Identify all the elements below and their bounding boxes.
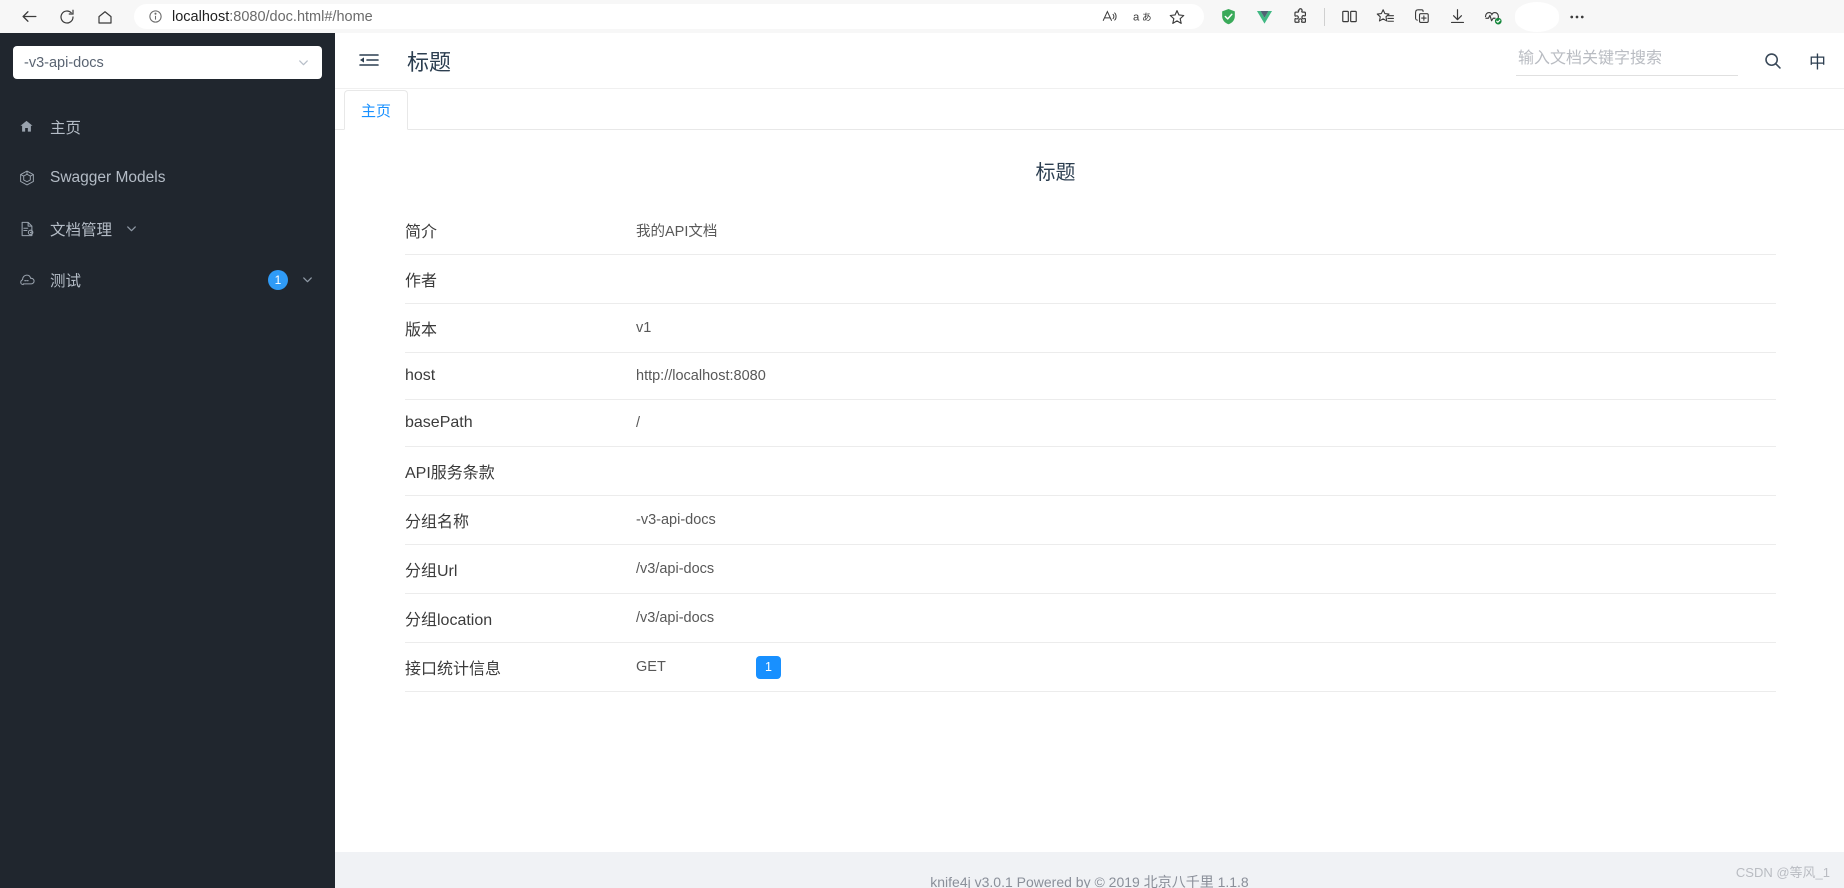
- row-value: /: [636, 415, 641, 431]
- sidebar-item-label: 主页: [50, 119, 82, 137]
- row-key: 分组Url: [405, 563, 458, 580]
- table-row: 分组Url /v3/api-docs: [405, 545, 1776, 594]
- main-panel: 标题 中 主页 标题 简介 我的API文档 作者: [335, 33, 1844, 888]
- api-group-select[interactable]: -v3-api-docs: [13, 46, 322, 79]
- row-value: /v3/api-docs: [636, 561, 715, 577]
- document-settings-icon: [18, 220, 44, 238]
- http-method-label: GET: [636, 659, 666, 675]
- api-info-table: 简介 我的API文档 作者 版本 v1 host http://localhos…: [335, 205, 1776, 692]
- sidebar-item-badge: 1: [268, 269, 288, 290]
- sidebar-item-label: Swagger Models: [50, 168, 166, 186]
- chevron-down-icon[interactable]: [124, 221, 139, 236]
- sidebar-item-label: 文档管理: [50, 221, 113, 239]
- language-toggle[interactable]: 中: [1809, 48, 1826, 73]
- table-row: 作者: [405, 255, 1776, 304]
- vue-devtools-icon[interactable]: [1246, 2, 1282, 32]
- url-path: :8080/doc.html#/home: [229, 8, 373, 25]
- table-row: 简介 我的API文档: [405, 205, 1776, 255]
- sidebar-item-test[interactable]: 测试 1: [0, 254, 335, 305]
- header-search: 中: [1516, 45, 1826, 76]
- address-bar[interactable]: localhost:8080/doc.html#/home aあ: [134, 4, 1204, 29]
- browser-toolbar: localhost:8080/doc.html#/home aあ: [0, 0, 1844, 33]
- home-icon[interactable]: [86, 2, 124, 32]
- collections-star-icon[interactable]: [1367, 2, 1403, 32]
- app-footer: knife4j v3.0.1 Powered by © 2019 北京八千里 1…: [335, 852, 1844, 888]
- read-aloud-icon[interactable]: [1092, 2, 1126, 32]
- more-options-icon[interactable]: [1559, 2, 1595, 32]
- svg-text:a: a: [1133, 12, 1140, 24]
- sidebar-item-label: 测试: [50, 272, 82, 290]
- translate-icon[interactable]: aあ: [1126, 2, 1160, 32]
- address-bar-text: localhost:8080/doc.html#/home: [172, 9, 373, 25]
- split-screen-icon[interactable]: [1331, 2, 1367, 32]
- row-key: 分组名称: [405, 514, 470, 531]
- app-header: 标题 中: [335, 33, 1844, 89]
- profile-avatar-icon[interactable]: [1515, 1, 1559, 32]
- table-row-interface-stats: 接口统计信息 GET 1: [405, 643, 1776, 692]
- tab-bar: 主页: [335, 89, 1844, 130]
- info-circle-icon[interactable]: [144, 9, 166, 24]
- star-icon[interactable]: [1160, 2, 1194, 32]
- api-group-select-value: -v3-api-docs: [24, 54, 104, 71]
- app-container: -v3-api-docs 主页 Swagger Models 文档管理 测试 1…: [0, 33, 1844, 888]
- browser-essentials-icon[interactable]: [1403, 2, 1439, 32]
- adblock-shield-icon[interactable]: [1210, 2, 1246, 32]
- menu-fold-icon[interactable]: [357, 49, 381, 73]
- row-value: v1: [636, 320, 652, 336]
- search-icon[interactable]: [1762, 50, 1783, 71]
- watermark: CSDN @等风_1: [1735, 865, 1830, 880]
- document-title: 标题: [1035, 162, 1076, 184]
- chevron-down-icon: [296, 55, 311, 70]
- table-row: basePath /: [405, 400, 1776, 447]
- row-value: -v3-api-docs: [636, 512, 716, 528]
- sidebar-menu: 主页 Swagger Models 文档管理 测试 1: [0, 101, 335, 305]
- tab-home[interactable]: 主页: [344, 90, 409, 130]
- row-key: API服务条款: [405, 465, 495, 482]
- row-value: 我的API文档: [636, 223, 718, 240]
- sidebar-item-swagger-models[interactable]: Swagger Models: [0, 152, 335, 203]
- table-row: 分组location /v3/api-docs: [405, 594, 1776, 643]
- svg-text:あ: あ: [1141, 12, 1151, 24]
- page-title: 标题: [407, 49, 452, 75]
- content-area: 标题 简介 我的API文档 作者 版本 v1 host http://local…: [335, 130, 1844, 888]
- back-arrow-icon[interactable]: [10, 2, 48, 32]
- downloads-icon[interactable]: [1439, 2, 1475, 32]
- cube-icon: [18, 169, 44, 187]
- row-key: basePath: [405, 414, 473, 431]
- browser-performance-icon[interactable]: [1475, 2, 1511, 32]
- row-value: GET 1: [636, 655, 781, 679]
- search-input[interactable]: [1516, 45, 1738, 76]
- home-icon: [18, 118, 44, 135]
- row-key: 版本: [405, 322, 438, 339]
- method-count-badge: 1: [756, 655, 781, 679]
- chevron-down-icon[interactable]: [300, 272, 315, 287]
- sidebar: -v3-api-docs 主页 Swagger Models 文档管理 测试 1: [0, 33, 335, 888]
- url-host: localhost: [172, 8, 230, 25]
- row-key: host: [405, 367, 436, 384]
- footer-text: knife4j v3.0.1 Powered by © 2019 北京八千里 1…: [930, 874, 1249, 888]
- row-value: http://localhost:8080: [636, 368, 766, 384]
- table-row: host http://localhost:8080: [405, 353, 1776, 400]
- row-key: 简介: [405, 224, 438, 241]
- row-value: /v3/api-docs: [636, 610, 715, 626]
- table-row: API服务条款: [405, 447, 1776, 496]
- sidebar-item-home[interactable]: 主页: [0, 101, 335, 152]
- sidebar-item-document-management[interactable]: 文档管理: [0, 203, 335, 254]
- reload-icon[interactable]: [48, 2, 86, 32]
- extensions-puzzle-icon[interactable]: [1282, 2, 1318, 32]
- table-row: 版本 v1: [405, 304, 1776, 353]
- row-key: 接口统计信息: [405, 661, 502, 678]
- table-row: 分组名称 -v3-api-docs: [405, 496, 1776, 545]
- cloud-icon: [18, 270, 44, 289]
- row-key: 分组location: [405, 612, 493, 629]
- row-key: 作者: [405, 273, 438, 290]
- toolbar-divider: [1324, 7, 1325, 26]
